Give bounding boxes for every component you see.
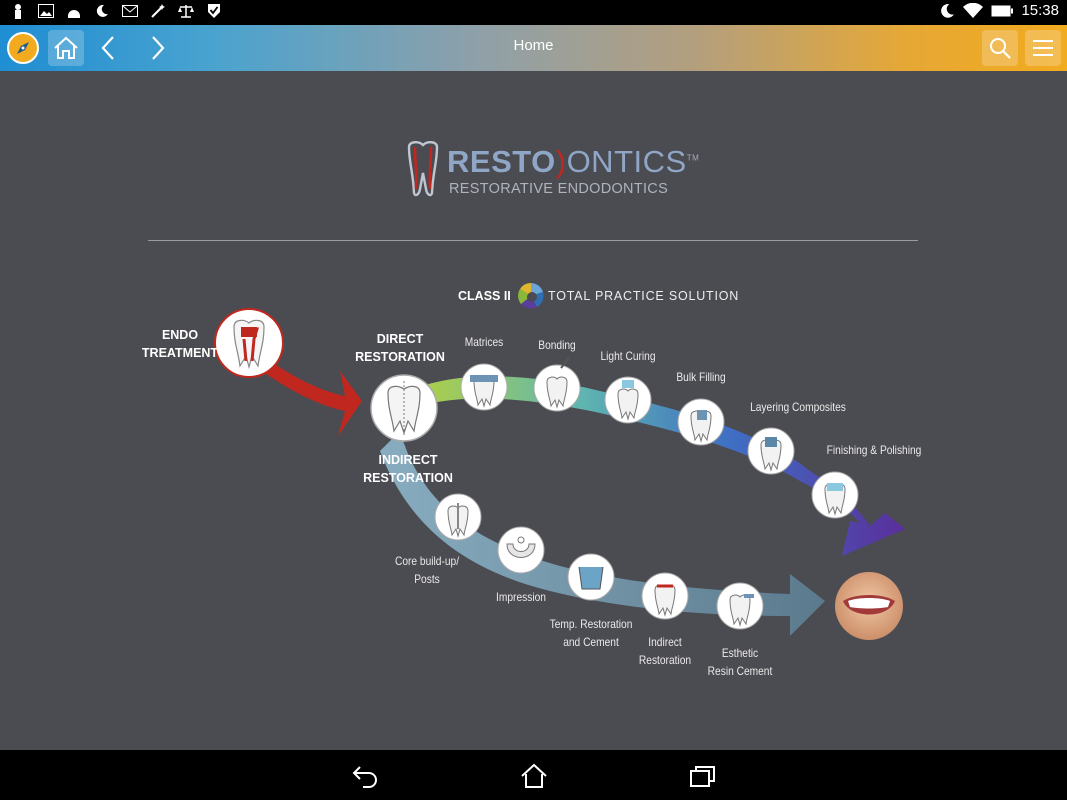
search-icon: [990, 38, 1011, 59]
moon-icon: [94, 3, 110, 19]
status-icons-left: [10, 3, 222, 19]
step-layering-composites: Layering Composites: [750, 400, 846, 414]
system-recents-button[interactable]: [687, 760, 719, 792]
back-arrow-icon: [352, 766, 377, 788]
image-icon: [38, 3, 54, 19]
recent-apps-icon: [690, 766, 715, 787]
step-light-curing: Light Curing: [600, 349, 656, 363]
app-toolbar: Home: [0, 25, 1067, 71]
indirect-restoration-label: INDIRECT RESTORATION: [363, 453, 453, 485]
direct-restoration-label: DIRECT RESTORATION: [355, 332, 445, 364]
notification-icon: [10, 3, 26, 19]
content-area: RESTO)ONTICSTM RESTORATIVE ENDODONTICS C…: [0, 71, 1067, 750]
step-finishing-polishing: Finishing & Polishing: [826, 443, 922, 457]
check-shield-icon: [206, 3, 222, 19]
search-button[interactable]: [982, 30, 1018, 66]
system-back-button[interactable]: [349, 760, 381, 792]
wifi-icon: [963, 2, 984, 19]
endo-tooth-circle: [214, 308, 284, 378]
step-indirect-restoration: Indirect Restoration: [638, 635, 692, 667]
endo-treatment-label: ENDO TREATMENT: [141, 328, 219, 360]
scales-icon: [178, 3, 194, 19]
step-temp-restoration: Temp. Restoration and Cement: [549, 617, 633, 649]
mail-icon: [122, 3, 138, 19]
android-icon: [66, 3, 82, 19]
step-matrices: Matrices: [464, 335, 504, 349]
moon-icon: [939, 3, 955, 19]
page-title: Home: [513, 37, 554, 54]
endo-arrow: [262, 355, 362, 436]
battery-icon: [991, 3, 1014, 19]
hamburger-menu-icon: [1033, 40, 1053, 56]
step-core-buildup: Core build-up/ Posts: [394, 554, 460, 586]
status-clock: 15:38: [1021, 2, 1059, 19]
magic-wand-icon: [150, 3, 166, 19]
menu-button[interactable]: [1025, 30, 1061, 66]
restoration-split-circle: [370, 374, 438, 442]
smile-image: [835, 572, 903, 640]
status-bar: 15:38: [0, 0, 1067, 25]
process-diagram: [214, 308, 905, 640]
home-outline-icon: [521, 763, 547, 788]
system-nav-bar: [0, 750, 1067, 800]
step-esthetic-resin-cement: Esthetic Resin Cement: [707, 646, 773, 678]
step-impression: Impression: [496, 590, 546, 604]
status-icons-right: 15:38: [939, 2, 1059, 19]
step-bonding: Bonding: [538, 338, 576, 352]
system-home-button[interactable]: [518, 760, 550, 792]
step-bulk-filling: Bulk Filling: [676, 370, 726, 384]
